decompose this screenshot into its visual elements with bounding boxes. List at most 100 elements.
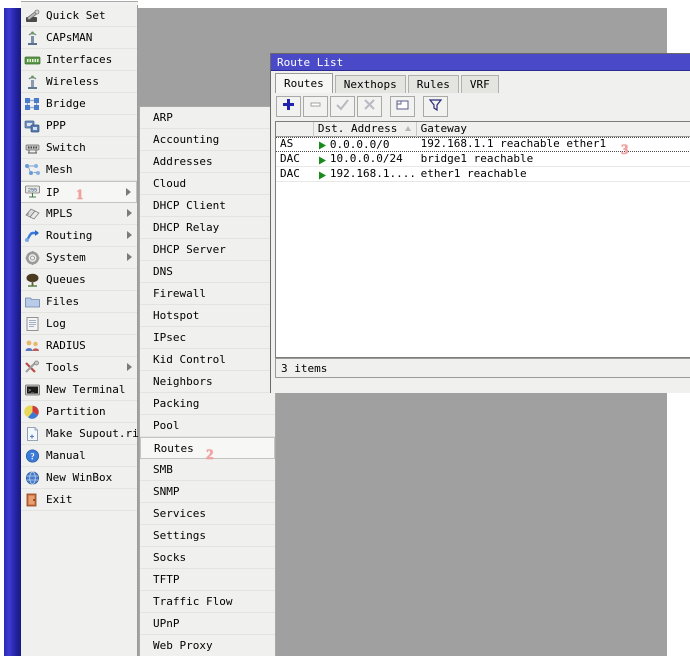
menu-item-wireless[interactable]: Wireless bbox=[21, 71, 137, 93]
tools-icon bbox=[24, 360, 41, 376]
submenu-item-cloud[interactable]: Cloud bbox=[140, 173, 275, 195]
submenu-item-packing[interactable]: Packing bbox=[140, 393, 275, 415]
radius-icon bbox=[24, 338, 41, 354]
item-count-label: 3 items bbox=[281, 361, 328, 375]
cell-dst-address: 0.0.0.0/0 bbox=[314, 137, 417, 152]
menu-item-manual[interactable]: ? Manual bbox=[21, 445, 137, 467]
bridge-icon bbox=[24, 96, 41, 112]
cell-flags: DAC bbox=[280, 166, 300, 180]
menu-item-quick-set[interactable]: Quick Set bbox=[21, 5, 137, 27]
menu-item-mesh[interactable]: Mesh bbox=[21, 159, 137, 181]
submenu-item-ipsec[interactable]: IPsec bbox=[140, 327, 275, 349]
menu-item-label: Interfaces bbox=[46, 53, 113, 66]
menu-item-files[interactable]: Files bbox=[21, 291, 137, 313]
tab-routes[interactable]: Routes bbox=[275, 73, 333, 93]
menu-item-log[interactable]: Log bbox=[21, 313, 137, 335]
menu-item-make-supout[interactable]: Make Supout.rif bbox=[21, 423, 145, 445]
menu-item-radius[interactable]: RADIUS bbox=[21, 335, 137, 357]
files-icon bbox=[24, 294, 41, 310]
submenu-item-upnp[interactable]: UPnP bbox=[140, 613, 275, 635]
submenu-item-tftp[interactable]: TFTP bbox=[140, 569, 275, 591]
submenu-item-pool[interactable]: Pool bbox=[140, 415, 275, 437]
submenu-item-services[interactable]: Services bbox=[140, 503, 275, 525]
column-header-gateway[interactable]: Gateway bbox=[417, 122, 690, 137]
remove-button[interactable] bbox=[303, 95, 328, 117]
menu-item-ppp[interactable]: PPP bbox=[21, 115, 137, 137]
disable-button[interactable] bbox=[357, 95, 382, 117]
submenu-item-dhcp-relay[interactable]: DHCP Relay bbox=[140, 217, 275, 239]
annotation-2: 2 bbox=[206, 447, 214, 463]
menu-item-label: System bbox=[46, 251, 86, 264]
comment-button[interactable] bbox=[390, 95, 415, 117]
menu-item-new-winbox[interactable]: New WinBox bbox=[21, 467, 137, 489]
check-icon bbox=[335, 97, 350, 115]
terminal-icon: >_ bbox=[24, 382, 41, 398]
menu-item-bridge[interactable]: Bridge bbox=[21, 93, 137, 115]
tab-rules[interactable]: Rules bbox=[407, 75, 459, 93]
submenu-item-kid-control[interactable]: Kid Control bbox=[140, 349, 275, 371]
submenu-item-settings[interactable]: Settings bbox=[140, 525, 275, 547]
queues-icon bbox=[24, 272, 41, 288]
submenu-item-traffic-flow[interactable]: Traffic Flow bbox=[140, 591, 275, 613]
menu-item-label: Quick Set bbox=[46, 9, 106, 22]
chevron-right-icon bbox=[127, 209, 132, 217]
route-active-arrow-icon bbox=[318, 155, 327, 164]
menu-item-exit[interactable]: Exit bbox=[21, 489, 137, 511]
menu-item-new-terminal[interactable]: >_ New Terminal bbox=[21, 379, 137, 401]
menu-item-mpls[interactable]: MPLS bbox=[21, 203, 137, 225]
submenu-item-socks[interactable]: Socks bbox=[140, 547, 275, 569]
menu-item-partition[interactable]: Partition bbox=[21, 401, 137, 423]
menu-item-capsman[interactable]: CAPsMAN bbox=[21, 27, 137, 49]
submenu-item-neighbors[interactable]: Neighbors bbox=[140, 371, 275, 393]
cell-flags: DAC bbox=[280, 151, 300, 165]
submenu-item-snmp[interactable]: SNMP bbox=[140, 481, 275, 503]
quick-set-icon bbox=[24, 8, 41, 24]
column-header-flags[interactable] bbox=[276, 122, 314, 137]
submenu-item-hotspot[interactable]: Hotspot bbox=[140, 305, 275, 327]
submenu-item-arp[interactable]: ARP bbox=[140, 107, 275, 129]
route-list-tabs: Routes Nexthops Rules VRF bbox=[271, 71, 690, 93]
interfaces-icon bbox=[24, 52, 41, 68]
svg-text:255: 255 bbox=[28, 188, 37, 194]
submenu-item-dns[interactable]: DNS bbox=[140, 261, 275, 283]
annotation-1: 1 bbox=[76, 187, 84, 203]
menu-item-switch[interactable]: Switch bbox=[21, 137, 137, 159]
submenu-item-addresses[interactable]: Addresses bbox=[140, 151, 275, 173]
svg-text:?: ? bbox=[30, 451, 35, 461]
menu-item-label: Exit bbox=[46, 493, 73, 506]
menu-item-system[interactable]: System bbox=[21, 247, 137, 269]
mesh-icon bbox=[24, 162, 41, 178]
menu-item-label: PPP bbox=[46, 119, 66, 132]
menu-item-label: Bridge bbox=[46, 97, 86, 110]
column-header-dst-address[interactable]: Dst. Address bbox=[314, 122, 417, 137]
route-list-title: Route List bbox=[277, 55, 344, 69]
enable-button[interactable] bbox=[330, 95, 355, 117]
filter-icon bbox=[428, 97, 443, 115]
plus-icon bbox=[281, 97, 296, 115]
main-menu: Quick Set CAPsMAN Interfaces Wireless Br… bbox=[21, 1, 145, 656]
menu-item-queues[interactable]: Queues bbox=[21, 269, 137, 291]
tab-vrf[interactable]: VRF bbox=[460, 75, 499, 93]
submenu-item-firewall[interactable]: Firewall bbox=[140, 283, 275, 305]
submenu-item-dhcp-server[interactable]: DHCP Server bbox=[140, 239, 275, 261]
menu-item-routing[interactable]: Routing bbox=[21, 225, 137, 247]
cell-dst-address-value: 0.0.0.0/0 bbox=[329, 137, 390, 151]
ip-icon: 255 bbox=[24, 184, 41, 200]
add-button[interactable] bbox=[276, 95, 301, 117]
submenu-item-web-proxy[interactable]: Web Proxy bbox=[140, 635, 275, 656]
menu-item-interfaces[interactable]: Interfaces bbox=[21, 49, 137, 71]
table-row[interactable]: DAC 192.168.1.... ether1 reachable bbox=[276, 167, 690, 182]
menu-item-label: MPLS bbox=[46, 207, 73, 220]
chevron-right-icon bbox=[127, 363, 132, 371]
menu-item-label: Log bbox=[46, 317, 66, 330]
cell-gateway: ether1 reachable bbox=[420, 166, 527, 180]
log-icon bbox=[24, 316, 41, 332]
tab-nexthops[interactable]: Nexthops bbox=[334, 75, 406, 93]
submenu-item-dhcp-client[interactable]: DHCP Client bbox=[140, 195, 275, 217]
menu-item-tools[interactable]: Tools bbox=[21, 357, 137, 379]
chevron-right-icon bbox=[127, 253, 132, 261]
route-list-titlebar[interactable]: Route List bbox=[271, 54, 690, 71]
submenu-item-accounting[interactable]: Accounting bbox=[140, 129, 275, 151]
new-winbox-icon bbox=[24, 470, 41, 486]
filter-button[interactable] bbox=[423, 95, 448, 117]
